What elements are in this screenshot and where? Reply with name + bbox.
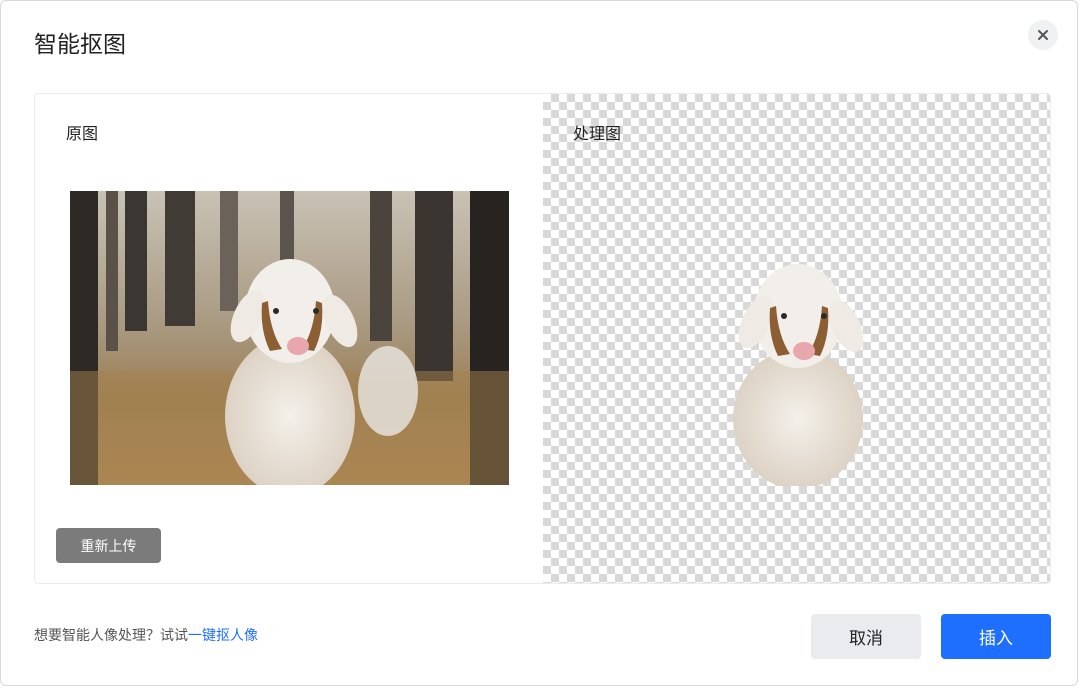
- insert-button[interactable]: 插入: [941, 614, 1051, 659]
- close-icon: [1038, 30, 1048, 40]
- preview-panel: 原图 重新上传 处理图: [34, 93, 1051, 584]
- original-label: 原图: [66, 124, 99, 143]
- original-image: [70, 191, 509, 485]
- smart-cutout-dialog: 智能抠图 原图 重新上传 处理图 想要智能人像处理？试试一键抠人像 取消 插入: [0, 0, 1078, 686]
- cancel-button[interactable]: 取消: [811, 614, 921, 659]
- hint-text: 想要智能人像处理？试试: [34, 628, 188, 644]
- portrait-hint: 想要智能人像处理？试试一键抠人像: [34, 626, 258, 646]
- processed-pane: 处理图: [543, 94, 1050, 583]
- reupload-button[interactable]: 重新上传: [56, 528, 161, 563]
- cutout-image: [728, 254, 868, 489]
- close-button[interactable]: [1028, 20, 1058, 50]
- dialog-title: 智能抠图: [34, 32, 126, 58]
- original-pane: 原图 重新上传: [35, 94, 543, 583]
- portrait-cutout-link[interactable]: 一键抠人像: [188, 628, 258, 644]
- processed-label: 处理图: [573, 124, 622, 143]
